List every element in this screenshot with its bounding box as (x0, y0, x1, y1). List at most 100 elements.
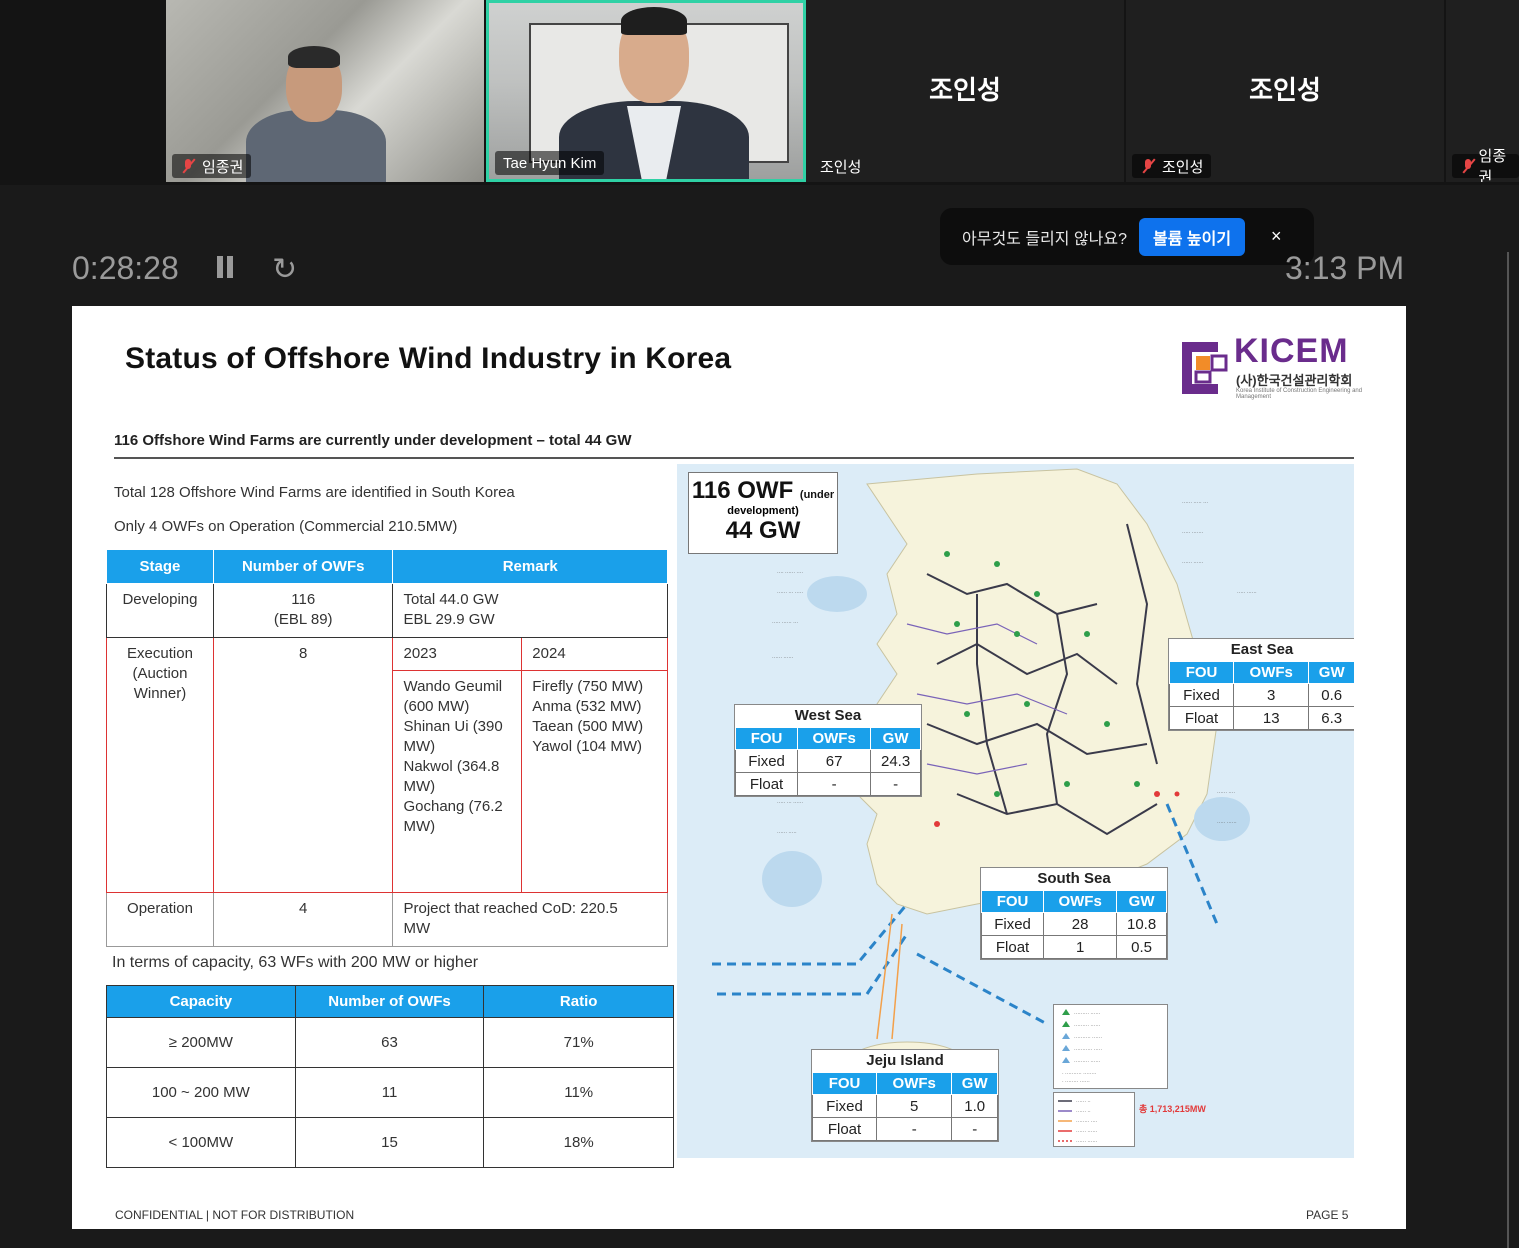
volume-up-button[interactable]: 볼륨 높이기 (1139, 217, 1246, 256)
table-cell: Fixed (980, 912, 1045, 936)
mic-muted-icon (1140, 158, 1156, 174)
owf-capacity: 44 GW (725, 517, 801, 544)
svg-text:······ ····: ······ ···· (1217, 790, 1235, 796)
svg-text:······ ·····: ······ ····· (777, 830, 797, 836)
svg-text:······ ··: ······ ·· (1076, 1099, 1091, 1105)
south-sea-table: South Sea FOU OWFs GW Fixed 28 10.8 Float 1 0.… (980, 867, 1168, 960)
cell-line: Total 44.0 GW (403, 591, 499, 608)
svg-text:····· ·······: ····· ······· (1182, 530, 1204, 536)
table-row: Float - - (734, 772, 921, 796)
table-row: Fixed 3 0.6 (1168, 683, 1354, 707)
table-header-row: Stage Number of OWFs Remark (106, 549, 668, 584)
svg-text:········· ······: ········· ······ (1074, 1023, 1101, 1029)
table-cell: Fixed (1168, 683, 1235, 707)
cell-line: (Auction (132, 665, 188, 682)
svg-text:···· ······ ····: ···· ······ ···· (777, 570, 803, 576)
svg-text:······ ······: ······ ······ (772, 655, 794, 661)
slide-title: Status of Offshore Wind Industry in Kore… (125, 342, 732, 375)
svg-text:····· ······: ····· ······ (1217, 820, 1237, 826)
svg-text:······ ······: ······ ······ (1182, 560, 1204, 566)
table-cell: Float (811, 1117, 878, 1141)
column-header: Number of OWFs (294, 985, 485, 1018)
cell-line: MW (403, 920, 431, 937)
column-header: GW (870, 727, 921, 750)
table-row: Developing 116 (EBL 89) Total 44.0 GW EB… (106, 583, 668, 638)
participant-tile-1[interactable]: 임종권 (166, 0, 484, 182)
participant-tile-5[interactable]: 임종권 (1446, 0, 1519, 182)
table-cell: 18% (483, 1117, 674, 1168)
mic-muted-icon (180, 158, 196, 174)
participant-nametag: 조인성 (812, 154, 869, 178)
participant-name: Tae Hyun Kim (503, 154, 597, 172)
table-cell: Firefly (750 MW) Anma (532 MW) Taean (50… (521, 670, 668, 893)
table-row: < 100MW 15 18% (106, 1117, 674, 1168)
table-row: Fixed 67 24.3 (734, 749, 921, 773)
svg-text:······ ····· ···: ······ ····· ··· (1182, 500, 1208, 506)
table-cell: 10.8 (1116, 912, 1167, 936)
kicem-logo: KICEM (사)한국건설관리학회 Korea Institute of Con… (1178, 332, 1378, 402)
table-row: ≥ 200MW 63 71% (106, 1017, 674, 1068)
column-header: FOU (980, 890, 1045, 913)
table-cell: 13 (1233, 706, 1310, 730)
close-icon[interactable]: × (1271, 226, 1282, 247)
sea-title: South Sea (1037, 870, 1111, 887)
scrollbar[interactable] (1507, 252, 1509, 1248)
sea-title: Jeju Island (866, 1052, 944, 1069)
summary-line: Total 128 Offshore Wind Farms are identi… (114, 484, 515, 501)
participant-nametag: Tae Hyun Kim (495, 151, 605, 175)
logo-korean-text: (사)한국건설관리학회 (1236, 373, 1353, 388)
svg-text:······ ······: ······ ······ (1076, 1129, 1098, 1135)
table-cell: 2023 (392, 637, 523, 671)
cell-line: Anma (532 MW) (532, 698, 642, 715)
table-cell: 116 (EBL 89) (212, 583, 394, 638)
participant-tile-4[interactable]: 조인성 조인성 (1126, 0, 1444, 182)
table-cell: 71% (483, 1017, 674, 1068)
column-header: OWFs (1043, 890, 1118, 913)
total-capacity-note: 총 1,713,215MW (1139, 1104, 1206, 1114)
table-row: Operation 4 Project that reached CoD: 22… (106, 892, 668, 947)
participant-nametag: 조인성 (1132, 154, 1212, 178)
cell-line: (600 MW) (403, 698, 470, 715)
cell-line: MW) (403, 778, 436, 795)
cell-line: MW) (403, 738, 436, 755)
table-row: 100 ~ 200 MW 11 11% (106, 1067, 674, 1118)
svg-text:····· ······ ···: ····· ······ ··· (772, 620, 798, 626)
table-cell: Float (1168, 706, 1235, 730)
table-cell: 2024 (521, 637, 668, 671)
table-cell: 24.3 (870, 749, 921, 773)
logo-english-text: Korea Institute of Construction Engineer… (1236, 388, 1363, 400)
east-sea-table: East Sea FOU OWFs GW Fixed 3 0.6 Float 13 6.3 (1168, 638, 1354, 731)
cell-line: 116 (291, 591, 316, 608)
svg-text:··········· ·····: ··········· ····· (1074, 1047, 1102, 1053)
column-header: GW (1116, 890, 1167, 913)
column-header: GW (951, 1072, 998, 1095)
participant-nametag: 임종권 (1452, 148, 1519, 182)
cell-line: Yawol (104 MW) (532, 738, 643, 755)
logo-text: KICEM (1234, 332, 1349, 370)
table-cell: Wando Geumil (600 MW) Shinan Ui (390 MW)… (392, 670, 523, 893)
svg-text:· ·········· ········: · ·········· ········ (1062, 1071, 1097, 1077)
svg-text:······ ··: ······ ·· (1076, 1109, 1091, 1115)
pause-icon[interactable] (215, 256, 235, 280)
svg-text:····· ··· ······: ····· ··· ······ (777, 800, 803, 806)
refresh-icon[interactable]: ↻ (272, 252, 297, 287)
svg-text:········· ······: ········· ······ (1074, 1059, 1101, 1065)
participant-name: 조인성 (1162, 158, 1204, 176)
cell-line: Nakwol (364.8 (403, 758, 500, 775)
table-cell: Fixed (734, 749, 799, 773)
participant-tile-active-speaker[interactable]: Tae Hyun Kim (486, 0, 806, 182)
svg-text:······ ··· ·····: ······ ··· ····· (777, 590, 803, 596)
map-legend-stations: ········· ······ ········· ······ ·······… (1053, 1004, 1168, 1089)
table-cell: 4 (212, 892, 394, 947)
slide-subtitle: 116 Offshore Wind Farms are currently un… (114, 432, 632, 449)
table-cell: Fixed (811, 1094, 878, 1118)
participant-tile-3[interactable]: 조인성 조인성 (806, 0, 1124, 182)
shared-slide: Status of Offshore Wind Industry in Kore… (72, 306, 1406, 1229)
column-header: Ratio (483, 985, 674, 1018)
cell-line: Shinan Ui (390 (403, 718, 503, 735)
owf-count: 116 OWF (under (689, 477, 837, 505)
cell-line: MW) (403, 818, 436, 835)
table-cell: Float (734, 772, 799, 796)
table-row: Float 1 0.5 (980, 935, 1167, 959)
summary-line: Only 4 OWFs on Operation (Commercial 210… (114, 518, 458, 535)
